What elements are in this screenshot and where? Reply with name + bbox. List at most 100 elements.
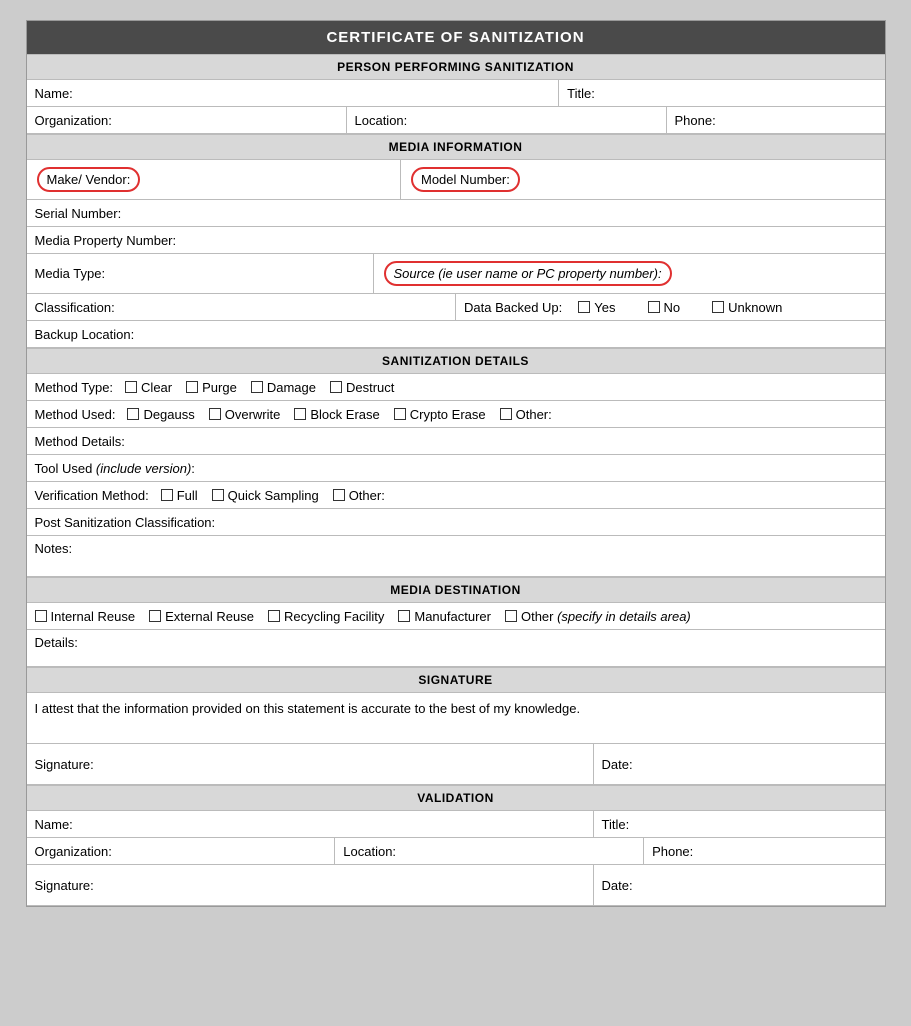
type-label: Media Type:: [35, 266, 106, 281]
val-signature-label: Signature:: [35, 878, 94, 893]
name-label: Name:: [35, 86, 73, 101]
val-phone-label: Phone:: [652, 844, 693, 859]
data-backed-cell: Data Backed Up: Yes No Unknown: [456, 294, 885, 320]
title-cell: Title:: [559, 80, 884, 106]
full-item: Full: [161, 488, 198, 503]
destination-section-header: MEDIA DESTINATION: [27, 577, 885, 603]
yes-checkbox-item: Yes: [578, 300, 615, 315]
title-label: Title:: [567, 86, 595, 101]
yes-label: Yes: [594, 300, 615, 315]
val-org-label: Organization:: [35, 844, 112, 859]
damage-checkbox[interactable]: [251, 381, 263, 393]
signature-label: Signature:: [35, 757, 94, 772]
verification-row: Verification Method: Full Quick Sampling…: [27, 482, 885, 509]
validation-name-title-row: Name: Title:: [27, 811, 885, 838]
external-reuse-label: External Reuse: [165, 609, 254, 624]
phone-cell: Phone:: [667, 107, 885, 133]
no-checkbox[interactable]: [648, 301, 660, 313]
degauss-checkbox[interactable]: [127, 408, 139, 420]
damage-item: Damage: [251, 380, 316, 395]
recycling-checkbox[interactable]: [268, 610, 280, 622]
block-erase-item: Block Erase: [294, 407, 379, 422]
quick-sampling-checkbox[interactable]: [212, 489, 224, 501]
verification-cell: Verification Method: Full Quick Sampling…: [27, 482, 885, 508]
property-cell: Media Property Number:: [27, 227, 885, 253]
full-label: Full: [177, 488, 198, 503]
property-label: Media Property Number:: [35, 233, 177, 248]
signature-section-header: SIGNATURE: [27, 667, 885, 693]
model-cell: Model Number:: [401, 160, 885, 199]
notes-row: Notes:: [27, 536, 885, 577]
unknown-label: Unknown: [728, 300, 782, 315]
method-used-cell: Method Used: Degauss Overwrite Block Era…: [27, 401, 885, 427]
person-name-title-row: Name: Title:: [27, 80, 885, 107]
dest-other-item: Other (specify in details area): [505, 609, 691, 624]
dest-other-checkbox[interactable]: [505, 610, 517, 622]
crypto-erase-checkbox[interactable]: [394, 408, 406, 420]
overwrite-checkbox[interactable]: [209, 408, 221, 420]
clear-checkbox[interactable]: [125, 381, 137, 393]
external-reuse-checkbox[interactable]: [149, 610, 161, 622]
date-label: Date:: [602, 757, 633, 772]
dest-other-label: Other (specify in details area): [521, 609, 691, 624]
internal-reuse-checkbox[interactable]: [35, 610, 47, 622]
other-method-checkbox[interactable]: [500, 408, 512, 420]
purge-item: Purge: [186, 380, 237, 395]
signature-cell: Signature:: [27, 744, 594, 784]
val-name-label: Name:: [35, 817, 73, 832]
post-classification-cell: Post Sanitization Classification:: [27, 509, 885, 535]
recycling-label: Recycling Facility: [284, 609, 384, 624]
source-label: Source (ie user name or PC property numb…: [394, 266, 662, 281]
type-source-row: Media Type: Source (ie user name or PC p…: [27, 254, 885, 294]
phone-label: Phone:: [675, 113, 716, 128]
attest-cell: I attest that the information provided o…: [27, 693, 885, 743]
yes-checkbox[interactable]: [578, 301, 590, 313]
other2-label: Other:: [349, 488, 385, 503]
org-label: Organization:: [35, 113, 112, 128]
clear-label: Clear: [141, 380, 172, 395]
val-date-label: Date:: [602, 878, 633, 893]
data-backed-label: Data Backed Up:: [464, 300, 562, 315]
val-date-cell: Date:: [594, 865, 885, 905]
serial-cell: Serial Number:: [27, 200, 885, 226]
val-org-cell: Organization:: [27, 838, 336, 864]
unknown-checkbox[interactable]: [712, 301, 724, 313]
val-phone-cell: Phone:: [644, 838, 884, 864]
degauss-item: Degauss: [127, 407, 194, 422]
method-details-row: Method Details:: [27, 428, 885, 455]
other2-item: Other:: [333, 488, 385, 503]
no-checkbox-item: No: [648, 300, 681, 315]
manufacturer-checkbox[interactable]: [398, 610, 410, 622]
details-label: Details:: [35, 635, 78, 650]
source-highlighted: Source (ie user name or PC property numb…: [384, 261, 672, 286]
backup-location-label: Backup Location:: [35, 327, 135, 342]
crypto-erase-label: Crypto Erase: [410, 407, 486, 422]
destruct-label: Destruct: [346, 380, 394, 395]
block-erase-checkbox[interactable]: [294, 408, 306, 420]
certificate-form: CERTIFICATE OF SANITIZATION PERSON PERFO…: [26, 20, 886, 907]
backup-location-cell: Backup Location:: [27, 321, 885, 347]
tool-used-row: Tool Used (include version):: [27, 455, 885, 482]
validation-sig-date-row: Signature: Date:: [27, 865, 885, 906]
date-cell: Date:: [594, 744, 885, 784]
classification-cell: Classification:: [27, 294, 457, 320]
other-method-label: Other:: [516, 407, 552, 422]
val-title-cell: Title:: [594, 811, 885, 837]
unknown-checkbox-item: Unknown: [712, 300, 782, 315]
location-label: Location:: [355, 113, 408, 128]
internal-reuse-label: Internal Reuse: [51, 609, 136, 624]
location-cell: Location:: [347, 107, 667, 133]
make-highlighted: Make/ Vendor:: [37, 167, 141, 192]
external-reuse-item: External Reuse: [149, 609, 254, 624]
other2-checkbox[interactable]: [333, 489, 345, 501]
model-highlighted: Model Number:: [411, 167, 520, 192]
destruct-item: Destruct: [330, 380, 394, 395]
destruct-checkbox[interactable]: [330, 381, 342, 393]
damage-label: Damage: [267, 380, 316, 395]
sanitization-section-header: SANITIZATION DETAILS: [27, 348, 885, 374]
full-checkbox[interactable]: [161, 489, 173, 501]
method-used-row: Method Used: Degauss Overwrite Block Era…: [27, 401, 885, 428]
overwrite-label: Overwrite: [225, 407, 281, 422]
val-name-cell: Name:: [27, 811, 594, 837]
purge-checkbox[interactable]: [186, 381, 198, 393]
